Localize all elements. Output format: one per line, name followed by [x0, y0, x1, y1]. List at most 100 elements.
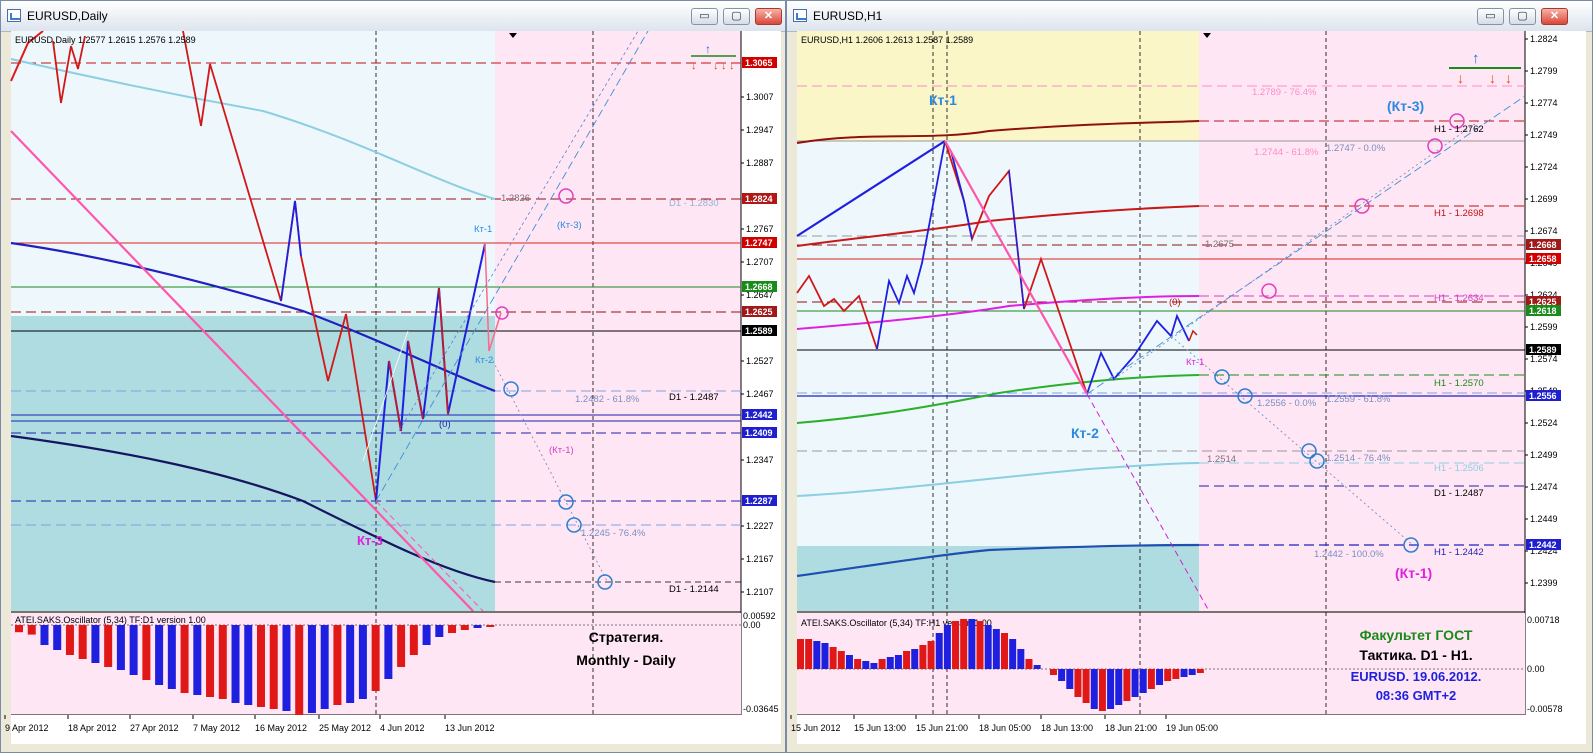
- oscillator-bar: [1009, 639, 1017, 669]
- oscillator-bar: [903, 651, 911, 669]
- price-tick-label: 1.2399: [1530, 578, 1558, 588]
- label-d1-1.2144: D1 - 1.2144: [669, 584, 719, 595]
- oscillator-bar: [384, 625, 393, 679]
- oscillator-bar: [180, 625, 189, 693]
- chart-window-icon: [793, 9, 807, 22]
- label-fib-2559: 1.2559 - 61.8%: [1326, 394, 1391, 405]
- close-button[interactable]: ✕: [1541, 8, 1568, 25]
- oscillator-bar: [1058, 669, 1066, 681]
- chart-h1[interactable]: ↑ ↓ ↓ ↓ EURUSD,H1 1.2606 1.2613 1.2587 1…: [789, 31, 1586, 744]
- price-tick-label: 1.3007: [746, 92, 774, 102]
- price-tick-label: 1.2474: [1530, 482, 1558, 492]
- window-title: EURUSD,H1: [813, 9, 883, 23]
- down-arrow-icon: ↓: [1489, 70, 1496, 86]
- maximize-icon: ▢: [731, 10, 742, 22]
- oscillator-bar: [1147, 669, 1155, 689]
- date-tick-label: 13 Jun 2012: [445, 723, 495, 733]
- oscillator-bar: [878, 659, 886, 669]
- price-tick-label: 1.2449: [1530, 514, 1558, 524]
- up-arrow-icon: ↑: [705, 42, 711, 56]
- oscillator-bar: [837, 651, 845, 669]
- date-tick-label: 18 Jun 05:00: [979, 723, 1031, 733]
- oscillator-bar: [422, 625, 431, 645]
- oscillator-bar: [1082, 669, 1090, 703]
- oscillator-bar: [460, 625, 469, 630]
- price-tick-label: 1.2824: [1530, 34, 1558, 44]
- price-tick-label: 1.2887: [746, 158, 774, 168]
- price-tick-label: 1.2527: [746, 356, 774, 366]
- maximize-button[interactable]: ▢: [1509, 8, 1536, 25]
- oscillator-bar: [448, 625, 457, 633]
- price-tick-label: 1.2574: [1530, 354, 1558, 364]
- label-d1-1.2830: D1 - 1.2830: [669, 198, 719, 209]
- minimize-button[interactable]: ▭: [691, 8, 718, 25]
- close-button[interactable]: ✕: [755, 8, 782, 25]
- oscillator-bar: [862, 661, 870, 669]
- oscillator-bar: [805, 639, 813, 669]
- oscillator-bar: [167, 625, 176, 689]
- osc-tick: -0.00578: [1527, 704, 1563, 714]
- maximize-icon: ▢: [1517, 10, 1528, 22]
- oscillator-bar: [435, 625, 444, 637]
- oscillator-bar: [1033, 665, 1041, 669]
- price-tick-label: 1.2707: [746, 257, 774, 267]
- title-bar[interactable]: EURUSD,Daily ▭ ▢ ✕: [1, 1, 785, 32]
- date-tick-label: 15 Jun 21:00: [916, 723, 968, 733]
- oscillator-bar: [1188, 669, 1196, 675]
- oscillator-bar: [282, 625, 291, 711]
- title-bar[interactable]: EURUSD,H1 ▭ ▢ ✕: [787, 1, 1592, 32]
- oscillator-bar: [1164, 669, 1172, 681]
- price-tick-label: 1.2947: [746, 125, 774, 135]
- oscillator-bar: [1123, 669, 1131, 701]
- label-kt1-pink: Кт-1: [1186, 357, 1204, 368]
- up-arrow-icon: ↑: [1472, 50, 1480, 67]
- minimize-button[interactable]: ▭: [1477, 8, 1504, 25]
- price-marker-label: 1.2287: [745, 496, 773, 506]
- label-h1-2570: H1 - 1.2570: [1434, 378, 1484, 389]
- oscillator-bar: [27, 625, 36, 635]
- oscillator-bar: [1017, 649, 1025, 669]
- oscillator-bar: [53, 625, 62, 650]
- maximize-button[interactable]: ▢: [723, 8, 750, 25]
- osc-tick: 0.00718: [1527, 615, 1560, 625]
- osc-tick: 0.00: [743, 620, 761, 630]
- window-eurusd-daily[interactable]: EURUSD,Daily ▭ ▢ ✕ ↑ ↓ ↓ ↓ ↓ EURUSD,Dail…: [0, 0, 786, 753]
- label-fib-2789: 1.2789 - 76.4%: [1252, 87, 1317, 98]
- price-marker-label: 1.2668: [1529, 240, 1557, 250]
- oscillator-bar: [257, 625, 265, 707]
- oscillator-bar: [371, 625, 380, 691]
- oscillator-bar: [813, 641, 821, 669]
- oscillator-bar: [984, 625, 992, 669]
- osc-tick: 0.00: [1527, 664, 1545, 674]
- oscillator-bar: [206, 625, 215, 697]
- oscillator-bar: [935, 633, 943, 669]
- note-line2: Тактика. D1 - H1.: [1359, 647, 1472, 663]
- price-tick-label: 1.2227: [746, 521, 774, 531]
- window-eurusd-h1[interactable]: EURUSD,H1 ▭ ▢ ✕ ↑ ↓ ↓ ↓ EURUSD,H1 1.2606…: [786, 0, 1593, 753]
- label-2514: 1.2514: [1207, 454, 1236, 465]
- chart-daily[interactable]: ↑ ↓ ↓ ↓ ↓ EURUSD,Daily 1.2577 1.2615 1.2…: [3, 31, 781, 744]
- oscillator-bar: [829, 647, 837, 669]
- date-tick-label: 27 Apr 2012: [130, 723, 179, 733]
- price-tick-label: 1.2699: [1530, 194, 1558, 204]
- oscillator-bar: [1049, 669, 1057, 675]
- label-2675: 1.2675: [1205, 239, 1234, 250]
- price-marker-label: 1.2747: [745, 238, 773, 248]
- date-tick-label: 18 Apr 2012: [68, 723, 117, 733]
- oscillator-bar: [91, 625, 100, 663]
- label-kt1: Кт-1: [474, 224, 492, 235]
- oscillator-bar: [1115, 669, 1123, 705]
- price-marker-label: 1.2589: [745, 326, 773, 336]
- oscillator-bar: [231, 625, 240, 703]
- oscillator-bar: [295, 625, 304, 715]
- oscillator-bar: [1066, 669, 1074, 689]
- price-marker-label: 1.2442: [1529, 540, 1557, 550]
- price-marker-label: 1.2556: [1529, 391, 1557, 401]
- down-arrow-icon: ↓: [713, 60, 719, 72]
- label-kt2: Кт-2: [1071, 425, 1099, 441]
- price-tick-label: 1.2724: [1530, 162, 1558, 172]
- label-h1-2442: H1 - 1.2442: [1434, 547, 1484, 558]
- oscillator-bar: [358, 625, 367, 699]
- price-tick-label: 1.2599: [1530, 322, 1558, 332]
- price-tick-label: 1.2524: [1530, 418, 1558, 428]
